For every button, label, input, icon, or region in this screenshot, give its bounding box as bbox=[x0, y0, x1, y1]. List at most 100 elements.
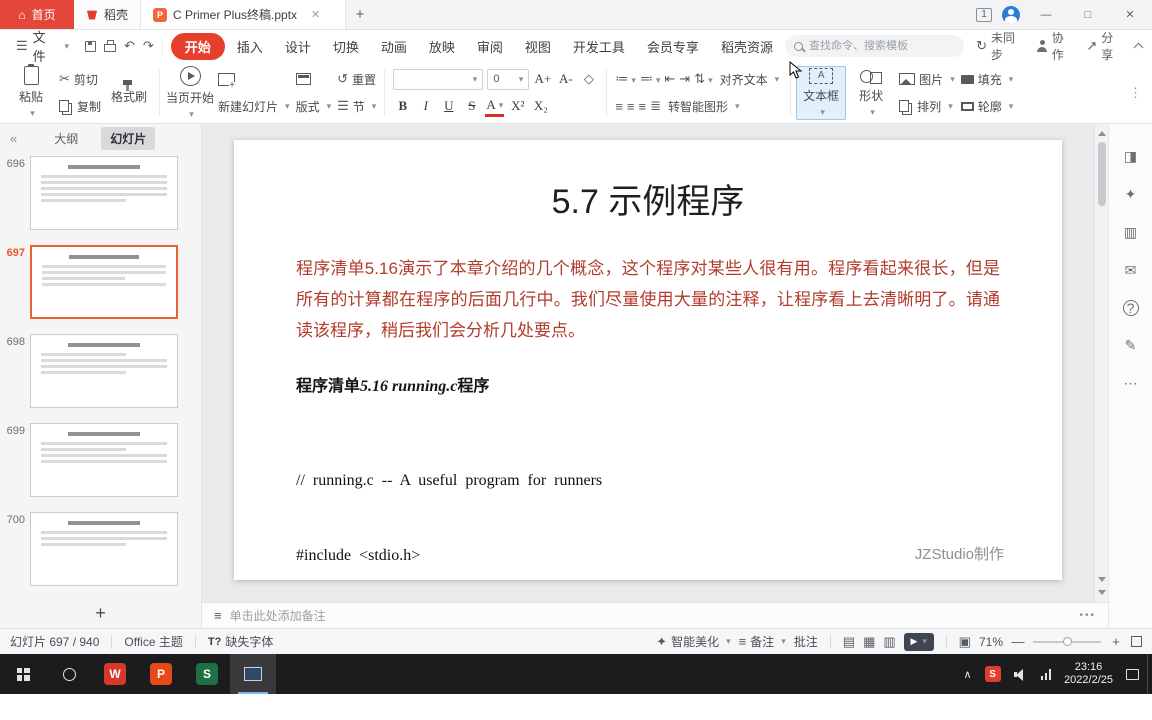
bullet-list-icon[interactable]: ≔ bbox=[615, 71, 636, 87]
superscript-button[interactable]: X² bbox=[508, 96, 527, 117]
slide-thumbnail[interactable] bbox=[30, 334, 178, 408]
maximize-button[interactable]: □ bbox=[1072, 0, 1104, 30]
shapes-button[interactable]: 形状 bbox=[846, 66, 896, 120]
slide-canvas[interactable]: 5.7 示例程序 程序清单5.16演示了本章介绍的几个概念，这个程序对某些人很有… bbox=[202, 124, 1108, 602]
align-justify-icon[interactable]: ≣ bbox=[650, 98, 661, 114]
menu-tab-insert[interactable]: 插入 bbox=[227, 33, 273, 60]
tab-slides[interactable]: 幻灯片 bbox=[101, 126, 156, 150]
notes-placeholder[interactable]: 单击此处添加备注 bbox=[230, 607, 326, 624]
to-smart-graphic-button[interactable]: 转智能图形 bbox=[665, 95, 743, 117]
font-size-combo[interactable]: 0 bbox=[487, 68, 530, 90]
menu-tab-design[interactable]: 设计 bbox=[275, 33, 321, 60]
line-spacing-icon[interactable]: ⇅ bbox=[694, 71, 712, 87]
show-desktop-button[interactable] bbox=[1147, 654, 1152, 694]
fit-window-icon[interactable]: ▣ bbox=[959, 634, 971, 650]
scroll-up-icon[interactable] bbox=[1097, 127, 1106, 136]
slide-thumbnail[interactable] bbox=[30, 423, 178, 497]
wps-cloud-tray-icon[interactable]: S bbox=[984, 666, 1001, 682]
clear-format-button[interactable]: ◇ bbox=[579, 69, 598, 90]
taskbar-clock[interactable]: 23:16 2022/2/25 bbox=[1064, 661, 1113, 687]
slideshow-play-button[interactable]: ▶ bbox=[903, 632, 934, 651]
align-center-icon[interactable]: ≡ bbox=[627, 99, 635, 114]
slide-paragraph[interactable]: 程序清单5.16演示了本章介绍的几个概念，这个程序对某些人很有用。程序看起来很长… bbox=[296, 253, 1000, 346]
redo-icon[interactable]: ↷ bbox=[143, 38, 154, 54]
window-count-badge[interactable]: 1 bbox=[976, 7, 992, 22]
add-slide-button[interactable]: + bbox=[95, 603, 106, 624]
user-avatar[interactable] bbox=[1002, 5, 1020, 24]
document-tab[interactable]: P C Primer Plus终稿.pptx ✕ bbox=[141, 0, 347, 29]
rail-more-icon[interactable]: ⋯ bbox=[1124, 375, 1138, 392]
align-right-icon[interactable]: ≡ bbox=[639, 99, 647, 114]
scrollbar-thumb[interactable] bbox=[1097, 142, 1106, 206]
text-box-button[interactable]: A 文本框 bbox=[789, 60, 847, 120]
strikethrough-button[interactable]: S bbox=[462, 96, 481, 117]
taskbar-app-presentation[interactable]: P bbox=[138, 654, 184, 694]
italic-button[interactable]: I bbox=[416, 96, 435, 117]
zoom-slider[interactable] bbox=[1033, 636, 1101, 646]
smart-beautify-button[interactable]: ✦ 智能美化 bbox=[656, 633, 730, 650]
home-tab[interactable]: ⌂ 首页 bbox=[0, 0, 74, 29]
taskbar-app-wps[interactable]: W bbox=[92, 654, 138, 694]
cooperate-button[interactable]: 协作 bbox=[1036, 29, 1074, 63]
new-slide-button[interactable]: 新建幻灯片 bbox=[215, 95, 293, 117]
align-text-button[interactable]: 对齐文本 bbox=[717, 68, 783, 90]
help-icon[interactable]: ? bbox=[1122, 300, 1139, 316]
shrink-font-button[interactable]: A- bbox=[556, 69, 575, 90]
menu-tab-docer-resources[interactable]: 稻壳资源 bbox=[711, 33, 783, 60]
notes-toggle-button[interactable]: ≡ 备注 bbox=[739, 633, 786, 650]
new-tab-button[interactable]: + bbox=[346, 0, 374, 29]
command-search-box[interactable] bbox=[784, 35, 965, 57]
file-menu-button[interactable]: ☰ 文件 bbox=[10, 27, 75, 65]
cut-button[interactable]: ✂ 剪切 bbox=[56, 68, 104, 90]
slide-thumbnail[interactable] bbox=[30, 512, 178, 586]
signature-icon[interactable]: ✎ bbox=[1125, 337, 1137, 354]
beautify-icon[interactable]: ✦ bbox=[1125, 186, 1137, 203]
comments-button[interactable]: 批注 bbox=[794, 633, 818, 650]
close-window-button[interactable]: ✕ bbox=[1114, 0, 1146, 30]
menu-tab-animation[interactable]: 动画 bbox=[371, 33, 417, 60]
search-input[interactable] bbox=[808, 40, 949, 52]
layout-icon-row[interactable] bbox=[293, 68, 335, 90]
notes-more-icon[interactable]: ••• bbox=[1079, 610, 1096, 621]
undo-icon[interactable]: ↶ bbox=[124, 38, 135, 54]
slide-thumbnail-selected[interactable] bbox=[30, 245, 178, 319]
zoom-out-button[interactable]: — bbox=[1011, 634, 1025, 649]
slide-listing-label[interactable]: 程序清单5.16 running.c程序 bbox=[296, 372, 1000, 396]
start-button[interactable] bbox=[0, 654, 46, 694]
stats-icon[interactable]: ▥ bbox=[1124, 224, 1137, 241]
new-slide-icon-row[interactable] bbox=[215, 68, 293, 90]
menu-tab-home[interactable]: 开始 bbox=[170, 32, 225, 60]
menu-tab-view[interactable]: 视图 bbox=[515, 33, 561, 60]
missing-font-indicator[interactable]: T? 缺失字体 bbox=[208, 633, 273, 650]
font-color-button[interactable]: A bbox=[485, 96, 505, 117]
fill-button[interactable]: 填充 bbox=[958, 68, 1017, 90]
align-left-icon[interactable]: ≡ bbox=[615, 99, 623, 114]
normal-view-icon[interactable]: ▤ bbox=[843, 634, 855, 650]
grow-font-button[interactable]: A+ bbox=[533, 69, 552, 90]
slide-thumbnail[interactable] bbox=[30, 156, 178, 230]
zoom-percent[interactable]: 71% bbox=[979, 635, 1003, 649]
collapse-panel-icon[interactable]: « bbox=[10, 131, 17, 146]
reset-button[interactable]: ↺ 重置 bbox=[334, 68, 379, 90]
network-icon[interactable] bbox=[1040, 668, 1052, 680]
picture-button[interactable]: 图片 bbox=[896, 68, 958, 90]
taskbar-app-spreadsheet[interactable]: S bbox=[184, 654, 230, 694]
menu-tab-review[interactable]: 审阅 bbox=[467, 33, 513, 60]
tab-outline[interactable]: 大纲 bbox=[45, 127, 87, 150]
next-slide-icon[interactable] bbox=[1097, 590, 1106, 599]
collapse-ribbon-icon[interactable] bbox=[1133, 42, 1144, 53]
ribbon-more-icon[interactable]: ⋮ bbox=[1125, 85, 1146, 101]
mail-icon[interactable]: ✉ bbox=[1125, 262, 1137, 279]
minimize-button[interactable]: — bbox=[1030, 0, 1062, 30]
play-from-current-button[interactable]: 当页开始 bbox=[165, 65, 215, 120]
menu-tab-member[interactable]: 会员专享 bbox=[637, 33, 709, 60]
slide-code-block[interactable]: // running.c -- A useful program for run… bbox=[296, 418, 1000, 580]
reading-view-icon[interactable]: ▥ bbox=[883, 634, 895, 650]
format-painter-button[interactable]: 格式刷 bbox=[104, 66, 154, 120]
menu-tab-transition[interactable]: 切换 bbox=[323, 33, 369, 60]
taskbar-app-active-window[interactable] bbox=[230, 654, 276, 694]
previous-slide-icon[interactable] bbox=[1097, 577, 1106, 586]
slide-title[interactable]: 5.7 示例程序 bbox=[296, 174, 1000, 223]
save-icon[interactable] bbox=[84, 40, 96, 52]
arrange-button[interactable]: 排列 bbox=[896, 95, 958, 117]
